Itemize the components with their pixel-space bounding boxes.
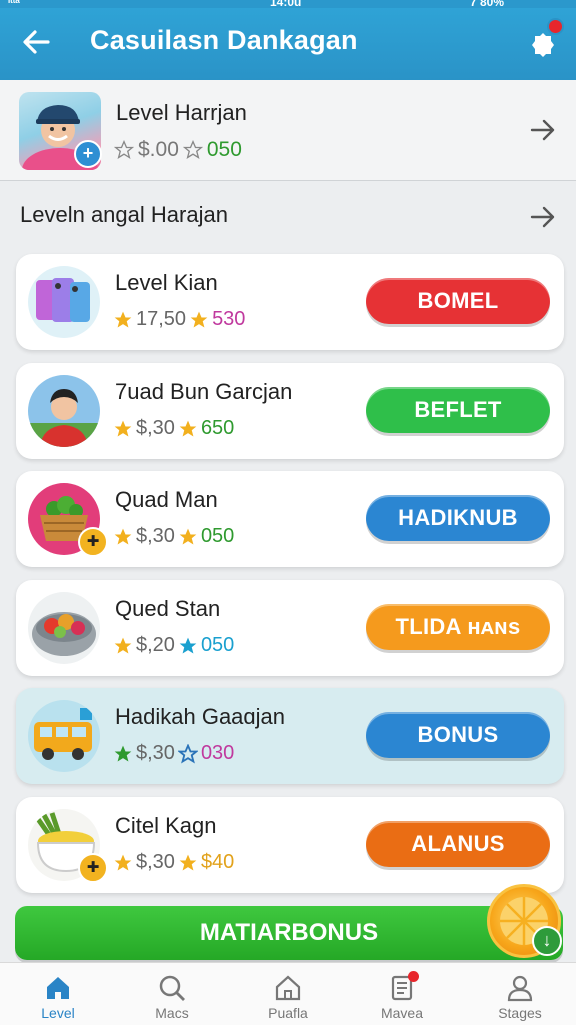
- nav-label: Level: [41, 1005, 75, 1021]
- fruit-bowl-thumbnail: [28, 592, 100, 664]
- card-stat-2: 530: [212, 308, 246, 330]
- card-title: Quad Man: [115, 487, 218, 512]
- badge-icon: ✚: [78, 527, 108, 557]
- notification-dot: [408, 971, 419, 982]
- card-stats: $,30 650: [113, 417, 234, 440]
- card-action-button[interactable]: TLIDA ʜᴀɴs: [366, 604, 550, 650]
- card-stat-1: $,30: [136, 851, 175, 873]
- card-stat-2: 050: [200, 634, 235, 656]
- bus-thumbnail: [28, 700, 100, 772]
- level-card[interactable]: ✚ Citel Kagn $,30 $40 ALANUS: [16, 797, 564, 893]
- card-title: Level Kian: [115, 270, 218, 295]
- card-action-button[interactable]: ALANUS: [366, 821, 550, 867]
- download-badge-icon: ↓: [532, 926, 562, 956]
- level-card[interactable]: ✚ Quad Man $,30 050 HADIKNUB: [16, 471, 564, 567]
- back-arrow-icon[interactable]: [20, 26, 52, 58]
- phones-thumbnail: [28, 266, 100, 338]
- bottom-navigation: Level Macs Puafla Mavea Stages: [0, 962, 576, 1025]
- card-stat-1: $,30: [136, 525, 175, 547]
- nav-item-level[interactable]: Level: [13, 969, 103, 1021]
- level-card[interactable]: Qued Stan $,20 050 TLIDA ʜᴀɴs: [16, 580, 564, 676]
- nav-item-mavea[interactable]: Mavea: [357, 969, 447, 1021]
- card-stat-2: 050: [200, 525, 235, 547]
- card-title: Hadikah Gaaɑjan: [115, 704, 286, 729]
- star-green-icon: [114, 745, 132, 761]
- star-icon: [114, 854, 132, 870]
- star-icon: [114, 637, 132, 653]
- card-stat-2: 650: [200, 417, 235, 439]
- nav-label: Stages: [498, 1005, 542, 1021]
- bonus-button[interactable]: MATIARBONUS: [15, 906, 563, 960]
- page-title: Casuilasn Dankagan: [90, 25, 358, 55]
- star-icon: [114, 420, 132, 436]
- app-bar: Casuilasn Dankagan: [0, 8, 576, 80]
- boy-thumbnail: [28, 375, 100, 447]
- card-stat-1: $,20: [136, 634, 175, 656]
- star-blue-icon: [177, 743, 198, 763]
- card-stat-2: 030: [200, 742, 235, 764]
- card-title: Citel Kagn: [115, 813, 217, 838]
- card-action-button[interactable]: BONUS: [366, 712, 550, 758]
- badge-icon: ✚: [78, 853, 108, 883]
- search-icon: [159, 975, 185, 1001]
- nav-label: Puafla: [268, 1005, 308, 1021]
- card-stats: $,30 050: [113, 525, 234, 548]
- level-card-highlighted[interactable]: Hadikah Gaaɑjan $,30 030 BONUS: [16, 688, 564, 784]
- card-stat-1: 17,50: [136, 308, 187, 330]
- star-icon: [179, 528, 197, 544]
- star-blue-icon: [179, 637, 197, 653]
- profile-stats: $.00 050: [114, 138, 242, 162]
- user-icon: [507, 975, 533, 1002]
- arrow-right-icon[interactable]: [529, 116, 557, 144]
- nav-item-puafla[interactable]: Puafla: [243, 969, 333, 1021]
- star-icon: [179, 854, 197, 870]
- level-card[interactable]: 7uad Bun Garcjan $,30 650 BEFLET: [16, 363, 564, 459]
- nav-label: Mavea: [380, 1005, 424, 1021]
- profile-name: Level Harrjan: [116, 100, 247, 125]
- star-icon: [114, 311, 132, 327]
- card-action-button[interactable]: BOMEL: [366, 278, 550, 324]
- card-title: Qued Stan: [115, 596, 221, 621]
- card-stat-2: $40: [200, 851, 235, 873]
- profile-stat-1: $.00: [138, 138, 179, 161]
- card-action-button[interactable]: HADIKNUB: [366, 495, 550, 541]
- nav-item-macs[interactable]: Macs: [127, 969, 217, 1021]
- arrow-right-icon[interactable]: [529, 203, 557, 231]
- card-stat-1: $,30: [136, 417, 175, 439]
- star-outline-icon: [114, 140, 134, 159]
- level-card[interactable]: Level Kian 17,50 530 BOMEL: [16, 254, 564, 350]
- section-title: Leveln angal Harajan: [20, 202, 228, 227]
- nav-item-stages[interactable]: Stages: [475, 969, 565, 1021]
- card-stats: $,30 $40: [113, 851, 234, 874]
- card-title: 7uad Bun Garcjan: [115, 379, 293, 404]
- profile-stat-2: 050: [206, 138, 242, 161]
- notification-dot: [547, 18, 564, 35]
- nav-label: Macs: [155, 1005, 189, 1021]
- star-icon: [179, 420, 197, 436]
- star-icon: [114, 528, 132, 544]
- home-icon: [47, 977, 69, 999]
- card-action-button[interactable]: BEFLET: [366, 387, 550, 433]
- star-outline-icon: [182, 140, 203, 159]
- star-icon: [190, 311, 208, 327]
- card-stats: 17,50 530: [113, 308, 245, 331]
- house-outline-icon: [275, 975, 301, 1001]
- card-stat-1: $,30: [136, 742, 175, 764]
- card-stats: $,30 030: [113, 742, 234, 765]
- add-badge-icon[interactable]: +: [74, 140, 102, 168]
- card-stats: $,20 050: [113, 634, 234, 657]
